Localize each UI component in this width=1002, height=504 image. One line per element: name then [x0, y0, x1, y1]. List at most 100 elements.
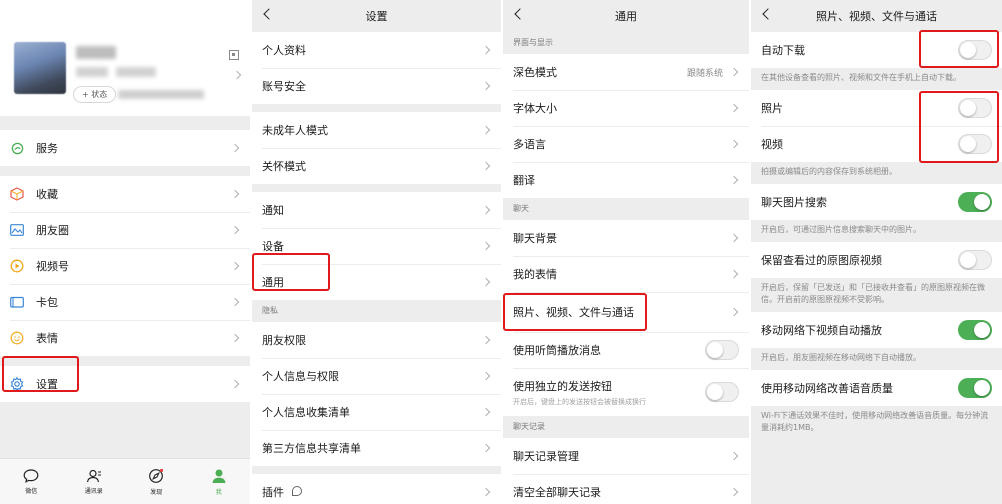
media-item-keep-original[interactable]: 保留查看过的原图原视频: [751, 242, 1002, 278]
moments-icon: [10, 223, 24, 237]
status-button[interactable]: + 状态: [73, 86, 117, 103]
general-item-history-management[interactable]: 聊天记录管理: [503, 438, 749, 474]
chevron-right-icon: [483, 45, 491, 55]
settings-item-friend-permissions[interactable]: 朋友权限: [252, 322, 501, 358]
general-item-media-files-calls[interactable]: 照片、视频、文件与通话: [503, 292, 749, 332]
image-search-description: 开启后，可通过图片信息搜索聊天中的图片。: [761, 225, 921, 234]
chevron-right-icon: [731, 139, 739, 149]
chevron-right-icon: [731, 451, 739, 461]
voice-quality-toggle[interactable]: [958, 378, 992, 398]
media-navbar: 照片、视频、文件与通话: [751, 0, 1002, 32]
general-item-language[interactable]: 多语言: [503, 126, 749, 162]
chevron-right-icon: [483, 241, 491, 251]
settings-item-third-party-sharing[interactable]: 第三方信息共享清单: [252, 430, 501, 466]
profile-card[interactable]: + 状态: [0, 0, 250, 116]
avatar[interactable]: [14, 42, 66, 94]
chevron-right-icon: [483, 81, 491, 91]
media-item-photos[interactable]: 照片: [751, 90, 1002, 126]
chevron-right-icon: [731, 233, 739, 243]
general-item-send-button[interactable]: 使用独立的发送按钮 开启后，键盘上的发送按钮会被替换成换行: [503, 368, 749, 416]
me-menu-service[interactable]: 服务: [0, 130, 250, 166]
chevron-right-icon: [483, 205, 491, 215]
me-menu-favorites[interactable]: 收藏: [0, 176, 250, 212]
save-description: 拍摄或编辑后的内容保存到系统相册。: [761, 167, 897, 176]
videos-toggle[interactable]: [958, 134, 992, 154]
toggle-knob: [974, 322, 990, 338]
settings-item-personal-info-permissions[interactable]: 个人信息与权限: [252, 358, 501, 394]
toggle-knob: [960, 136, 976, 152]
me-menu-card-wallet[interactable]: 卡包: [0, 284, 250, 320]
page-title: 通用: [615, 10, 637, 23]
settings-item-notifications[interactable]: 通知: [252, 192, 501, 228]
settings-item-profile[interactable]: 个人资料: [252, 32, 501, 68]
general-item-clear-all-history[interactable]: 清空全部聊天记录: [503, 474, 749, 504]
tab-me[interactable]: 我: [188, 459, 251, 504]
general-item-dark-mode[interactable]: 深色模式 跟随系统: [503, 54, 749, 90]
settings-item-minor-mode[interactable]: 未成年人模式: [252, 112, 501, 148]
toggle-knob: [707, 384, 723, 400]
chevron-right-icon: [232, 143, 240, 153]
media-item-videos[interactable]: 视频: [751, 126, 1002, 162]
section-header-history: 聊天记录: [513, 422, 545, 431]
chevron-right-icon: [731, 487, 739, 497]
media-item-auto-download[interactable]: 自动下载: [751, 32, 1002, 68]
general-item-font-size[interactable]: 字体大小: [503, 90, 749, 126]
settings-item-general[interactable]: 通用: [252, 264, 501, 300]
section-header-chat: 聊天: [513, 204, 529, 213]
back-arrow-icon[interactable]: [262, 7, 276, 23]
chevron-right-icon: [731, 67, 739, 77]
settings-item-devices[interactable]: 设备: [252, 228, 501, 264]
me-menu-channels[interactable]: 视频号: [0, 248, 250, 284]
settings-item-account-security[interactable]: 账号安全: [252, 68, 501, 104]
me-icon: [212, 469, 226, 483]
back-arrow-icon[interactable]: [761, 7, 775, 23]
general-item-translate[interactable]: 翻译: [503, 162, 749, 198]
chevron-right-icon: [731, 307, 739, 317]
toggle-knob: [960, 100, 976, 116]
settings-item-info-collection-list[interactable]: 个人信息收集清单: [252, 394, 501, 430]
photos-toggle[interactable]: [958, 98, 992, 118]
keep-original-toggle[interactable]: [958, 250, 992, 270]
plugin-icon: [292, 486, 302, 496]
general-item-chat-background[interactable]: 聊天背景: [503, 220, 749, 256]
bottom-tab-bar: 微信 通讯录 发现 我: [0, 458, 250, 504]
me-menu-moments[interactable]: 朋友圈: [0, 212, 250, 248]
chevron-right-icon: [731, 175, 739, 185]
chevron-right-icon: [483, 443, 491, 453]
general-item-earpiece-playback[interactable]: 使用听筒播放消息: [503, 332, 749, 368]
back-arrow-icon[interactable]: [513, 7, 527, 23]
media-item-voice-quality[interactable]: 使用移动网络改善语音质量: [751, 370, 1002, 406]
me-menu-settings[interactable]: 设置: [0, 366, 250, 402]
settings-gear-icon: [10, 377, 24, 391]
chevron-right-icon: [483, 161, 491, 171]
tab-contacts[interactable]: 通讯录: [63, 459, 126, 504]
earpiece-toggle[interactable]: [705, 340, 739, 360]
autoplay-toggle[interactable]: [958, 320, 992, 340]
media-item-autoplay[interactable]: 移动网络下视频自动播放: [751, 312, 1002, 348]
general-page: 通用 界面与显示 深色模式 跟随系统 字体大小 多语言 翻译 聊天 聊天背景 我的…: [503, 0, 749, 504]
auto-download-toggle[interactable]: [958, 40, 992, 60]
chevron-right-icon: [232, 297, 240, 307]
section-header-ui: 界面与显示: [513, 38, 553, 47]
chevron-right-icon: [232, 379, 240, 389]
autoplay-description: 开启后，朋友圈视频在移动网络下自动播放。: [761, 353, 921, 362]
send-button-toggle[interactable]: [705, 382, 739, 402]
tab-chats[interactable]: 微信: [0, 459, 63, 504]
me-menu-stickers[interactable]: 表情: [0, 320, 250, 356]
chevron-right-icon: [483, 335, 491, 345]
qr-code-icon[interactable]: [229, 50, 239, 60]
auto-download-description: 在其他设备查看的照片、视频和文件在手机上自动下载。: [761, 73, 961, 82]
general-item-my-stickers[interactable]: 我的表情: [503, 256, 749, 292]
sticker-icon: [10, 331, 24, 345]
tab-discover[interactable]: 发现: [125, 459, 188, 504]
media-item-image-search[interactable]: 聊天图片搜索: [751, 184, 1002, 220]
keep-original-description: 开启后，保留「已发送」和「已接收并查看」的原图原视频在微信。开启前的原图原视频不…: [761, 283, 985, 304]
image-search-toggle[interactable]: [958, 192, 992, 212]
section-header-privacy: 隐私: [262, 306, 278, 315]
page-title: 照片、视频、文件与通话: [816, 10, 937, 23]
settings-item-care-mode[interactable]: 关怀模式: [252, 148, 501, 184]
chevron-right-icon: [483, 125, 491, 135]
settings-page: 设置 个人资料 账号安全 未成年人模式 关怀模式 通知 设备 通用 隐私 朋友权…: [252, 0, 501, 504]
settings-item-plugins[interactable]: 插件: [252, 474, 501, 504]
channels-icon: [10, 259, 24, 273]
